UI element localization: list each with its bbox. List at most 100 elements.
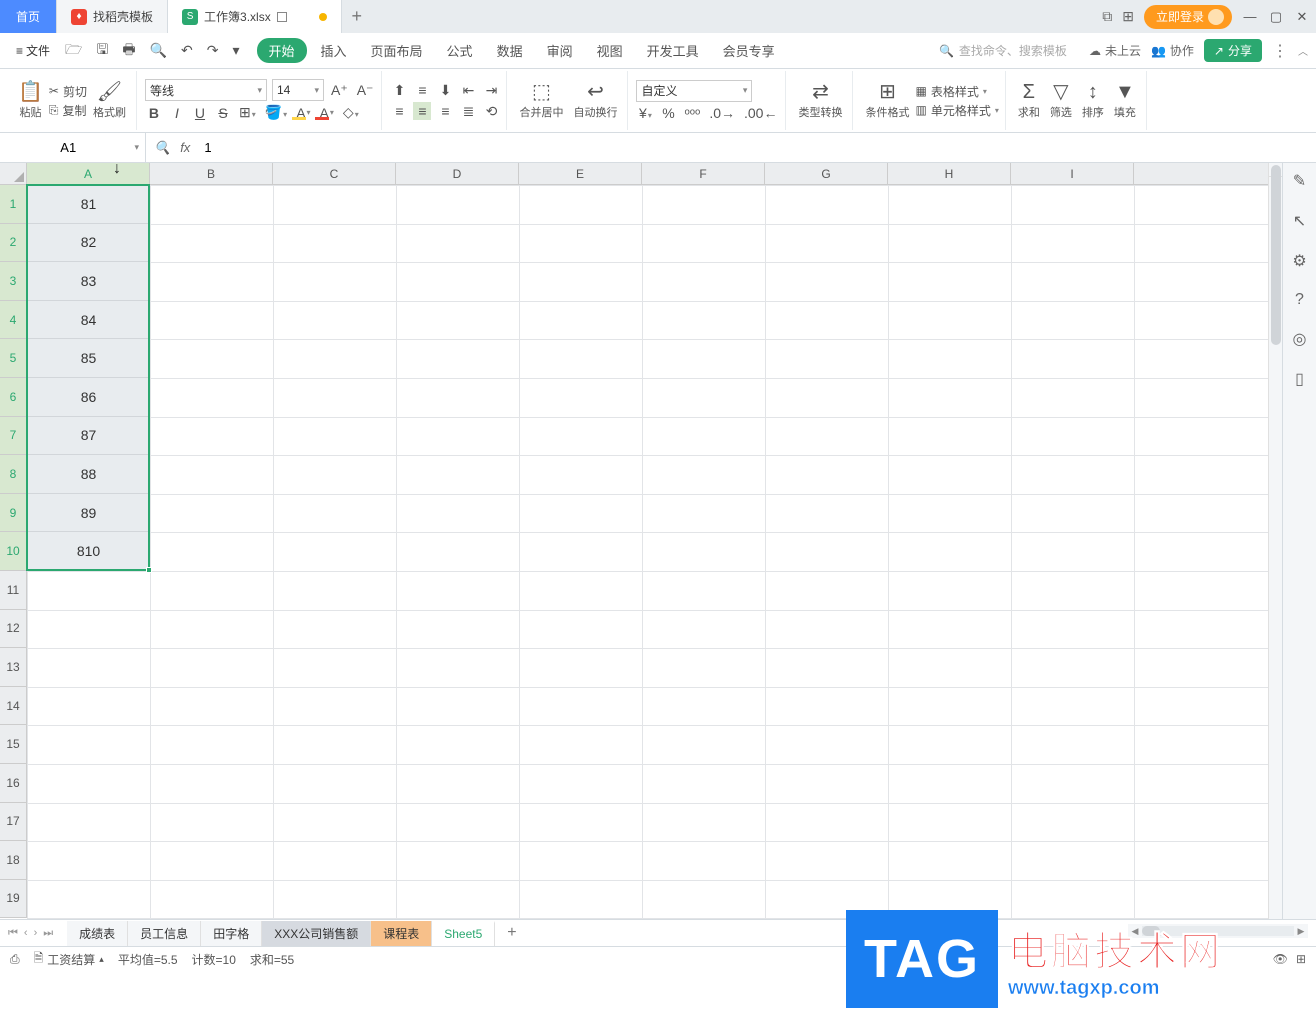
row-header-6[interactable]: 6 (0, 378, 26, 417)
name-box-input[interactable] (6, 140, 130, 155)
menu-tab-review[interactable]: 审阅 (537, 37, 583, 64)
dropdown-icon[interactable]: ▾ (229, 40, 242, 61)
thousands-icon[interactable]: ᵒᵒᵒ (682, 104, 702, 122)
format-painter-button[interactable]: 🖌格式刷 (89, 82, 130, 120)
row-header-14[interactable]: 14 (0, 687, 26, 726)
cell-A2[interactable]: 82 (27, 224, 150, 263)
cell-A4[interactable]: 84 (27, 301, 150, 340)
clear-format-icon[interactable]: ◇▾ (341, 103, 361, 122)
col-header-B[interactable]: B (150, 163, 273, 184)
justify-icon[interactable]: ≣ (459, 102, 477, 121)
grid-view-icon[interactable]: ⊞ (1296, 952, 1306, 966)
maximize-button[interactable]: ▢ (1268, 9, 1284, 25)
border-icon[interactable]: ⊞▾ (237, 103, 258, 122)
add-sheet-button[interactable]: + (497, 924, 526, 942)
row-header-8[interactable]: 8 (0, 455, 26, 494)
align-left-icon[interactable]: ≡ (390, 102, 408, 120)
row-header-9[interactable]: 9 (0, 494, 26, 533)
redo-icon[interactable]: ↷ (204, 40, 222, 61)
bold-icon[interactable]: B (145, 104, 163, 122)
home-tab[interactable]: 首页 (0, 0, 57, 33)
cell-A3[interactable]: 83 (27, 262, 150, 301)
panel-help-icon[interactable]: ? (1295, 291, 1304, 309)
cell-A6[interactable]: 86 (27, 378, 150, 417)
decimal-dec-icon[interactable]: .00← (742, 104, 779, 122)
menu-tab-insert[interactable]: 插入 (311, 37, 357, 64)
col-header-E[interactable]: E (519, 163, 642, 184)
row-header-7[interactable]: 7 (0, 417, 26, 456)
sheet-last-icon[interactable]: ⏭ (43, 927, 53, 940)
col-header-C[interactable]: C (273, 163, 396, 184)
auto-wrap-button[interactable]: ↩自动换行 (569, 82, 621, 120)
collab-button[interactable]: 👥 协作 (1151, 42, 1194, 59)
strike-icon[interactable]: S (214, 104, 232, 122)
salary-calc[interactable]: 🗎工资结算▴ (34, 949, 104, 970)
menu-tab-formula[interactable]: 公式 (437, 37, 483, 64)
vertical-scrollbar[interactable]: ▲ (1268, 163, 1282, 919)
menu-tab-layout[interactable]: 页面布局 (361, 37, 433, 64)
cell-style-button[interactable]: ▥单元格样式▾ (915, 102, 998, 119)
cell-A1[interactable]: 81 (27, 185, 150, 224)
panel-book-icon[interactable]: ▯ (1295, 369, 1304, 389)
minimize-button[interactable]: — (1242, 9, 1258, 24)
menu-tab-member[interactable]: 会员专享 (713, 37, 785, 64)
row-header-15[interactable]: 15 (0, 725, 26, 764)
cond-format-button[interactable]: ⊞条件格式 (861, 82, 913, 120)
sort-button[interactable]: ↕排序 (1078, 82, 1108, 120)
vscroll-thumb[interactable] (1271, 165, 1281, 345)
share-button[interactable]: ↗ 分享 (1204, 39, 1262, 62)
currency-icon[interactable]: ¥▾ (636, 104, 654, 122)
col-header-H[interactable]: H (888, 163, 1011, 184)
italic-icon[interactable]: I (168, 104, 186, 122)
print-icon[interactable]: 🖶 (119, 37, 138, 65)
sheet-first-icon[interactable]: ⏮ (8, 927, 18, 940)
panel-target-icon[interactable]: ◎ (1293, 329, 1307, 349)
row-header-19[interactable]: 19 (0, 880, 26, 919)
sheet-tab-成绩表[interactable]: 成绩表 (67, 921, 128, 946)
hscroll-thumb[interactable] (1142, 926, 1160, 936)
align-center-icon[interactable]: ≡ (413, 102, 431, 120)
increase-font-icon[interactable]: A⁺ (329, 81, 350, 100)
row-header-5[interactable]: 5 (0, 339, 26, 378)
file-tab[interactable]: S 工作簿3.xlsx (168, 0, 342, 33)
align-middle-icon[interactable]: ≡ (413, 81, 431, 99)
cell-A9[interactable]: 89 (27, 494, 150, 533)
row-header-2[interactable]: 2 (0, 224, 26, 263)
font-name-select[interactable]: 等线▾ (145, 79, 267, 101)
hscroll-right-icon[interactable]: ▶ (1294, 926, 1308, 937)
undo-icon[interactable]: ↶ (178, 40, 196, 61)
more-icon[interactable]: ⋮ (1272, 41, 1288, 61)
align-right-icon[interactable]: ≡ (436, 102, 454, 120)
cloud-status[interactable]: ☁ 未上云 (1089, 42, 1141, 59)
indent-decrease-icon[interactable]: ⇤ (459, 81, 477, 100)
highlight-icon[interactable]: A▾ (294, 104, 312, 122)
templates-tab[interactable]: ♦ 找稻壳模板 (57, 0, 168, 33)
new-tab-button[interactable]: + (342, 6, 372, 27)
table-style-button[interactable]: ▦表格样式▾ (915, 83, 998, 100)
sheet-next-icon[interactable]: › (34, 927, 38, 940)
open-icon[interactable]: 🗁 (62, 37, 85, 65)
type-convert-button[interactable]: ⇄类型转换 (794, 82, 846, 120)
row-header-3[interactable]: 3 (0, 262, 26, 301)
underline-icon[interactable]: U (191, 104, 209, 122)
close-button[interactable]: ✕ (1294, 9, 1310, 25)
save-icon[interactable]: 🖫 (93, 37, 111, 65)
font-color-icon[interactable]: A▾ (318, 104, 336, 122)
row-header-11[interactable]: 11 (0, 571, 26, 610)
eye-icon[interactable]: 👁 (1273, 952, 1288, 966)
menu-tab-data[interactable]: 数据 (487, 37, 533, 64)
align-top-icon[interactable]: ⬆ (390, 81, 408, 100)
row-header-4[interactable]: 4 (0, 301, 26, 340)
sum-button[interactable]: Σ求和 (1014, 82, 1044, 120)
row-header-17[interactable]: 17 (0, 803, 26, 842)
col-header-I[interactable]: I (1011, 163, 1134, 184)
preview-icon[interactable]: 🔍 (147, 40, 170, 61)
filter-button[interactable]: ▽筛选 (1046, 82, 1076, 120)
indent-increase-icon[interactable]: ⇥ (482, 81, 500, 100)
select-all-corner[interactable] (0, 163, 27, 185)
status-mode-icon[interactable]: ⎙ (10, 952, 20, 967)
sheet-tab-课程表[interactable]: 课程表 (371, 921, 432, 946)
apps-icon[interactable]: ⊞ (1122, 8, 1134, 25)
sheet-tab-XXX公司销售额[interactable]: XXX公司销售额 (262, 921, 371, 946)
menu-tab-dev[interactable]: 开发工具 (637, 37, 709, 64)
